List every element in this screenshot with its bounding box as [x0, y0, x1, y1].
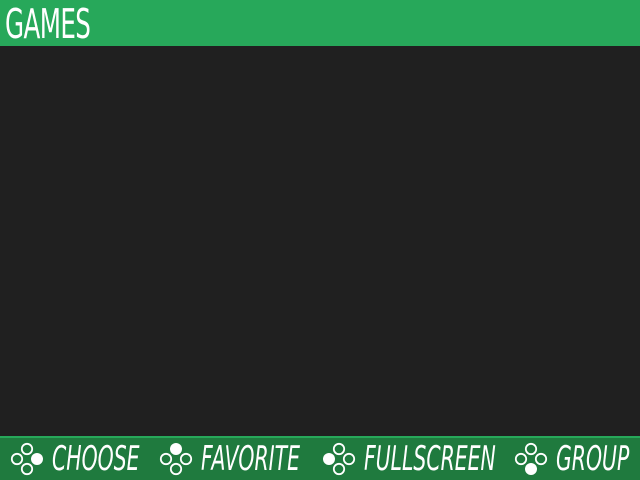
header-bar: GAMES: [0, 0, 640, 48]
page-title: GAMES: [5, 0, 91, 48]
favorite-label: FAVORITE: [201, 439, 301, 479]
dpad-bottom-button-icon: [514, 442, 548, 475]
games-screen: GAMES CHOOSE FAVORITE FULLSCREEN GROUP: [0, 0, 640, 480]
dpad-left-button-icon: [323, 442, 356, 476]
dpad-top-button-icon: [159, 443, 193, 476]
game-list-area[interactable]: [0, 46, 640, 436]
dpad-right-button-icon: [10, 442, 43, 476]
fullscreen-label: FULLSCREEN: [364, 439, 496, 479]
button-hint-bar: CHOOSE FAVORITE FULLSCREEN GROUP: [0, 436, 640, 480]
choose-label: CHOOSE: [52, 439, 140, 479]
group-action[interactable]: GROUP: [514, 438, 640, 480]
group-label: GROUP: [556, 439, 630, 479]
